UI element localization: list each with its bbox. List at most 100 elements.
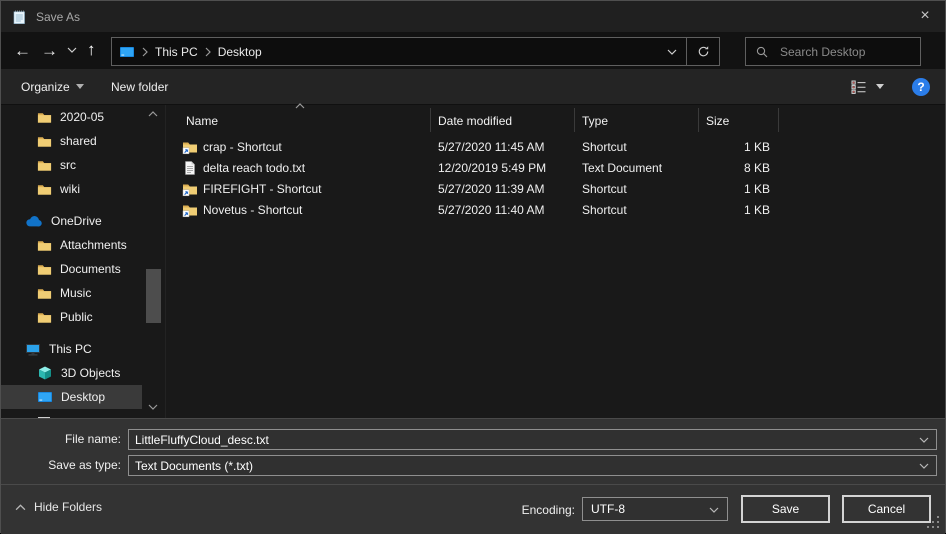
file-list: Name Date modified Type Size crap - Shor… [166,105,944,418]
folder-shortcut-icon [182,202,198,218]
sort-ascending-icon [294,103,306,109]
file-date: 5/27/2020 11:45 AM [438,140,545,154]
file-row-crap-shortcut[interactable]: crap - Shortcut 5/27/2020 11:45 AM Short… [166,137,944,158]
column-header-name[interactable]: Name [186,114,218,128]
file-name-combo[interactable] [128,429,937,450]
sidebar-item-documents[interactable]: Documents [1,257,142,281]
sidebar-item-wiki[interactable]: wiki [1,177,142,201]
organize-button[interactable]: Organize [21,69,84,104]
file-size: 8 KB [666,161,770,175]
desktop-location-icon [119,44,135,60]
recent-locations-chevron-icon[interactable] [67,47,77,53]
sidebar-item-attachments[interactable]: Attachments [1,233,142,257]
sidebar-item-2020-05[interactable]: 2020-05 [1,105,142,129]
change-view-button[interactable] [851,69,867,104]
new-folder-label: New folder [111,80,168,94]
sidebar-item-3d-objects[interactable]: 3D Objects [1,361,142,385]
resize-grip[interactable] [927,516,940,529]
file-rows: crap - Shortcut 5/27/2020 11:45 AM Short… [166,137,944,221]
close-button[interactable]: × [913,5,937,27]
column-header-type[interactable]: Type [582,114,608,128]
encoding-label: Encoding: [460,503,575,517]
file-name-input[interactable] [135,433,914,447]
scroll-down-icon[interactable] [148,404,158,410]
search-box[interactable] [745,37,921,66]
caret-down-icon [76,84,84,89]
sidebar-item-label: 2020-05 [60,110,104,124]
title-bar: Save As [1,1,945,32]
sidebar-item-label: wiki [60,182,80,196]
breadcrumb-chevron-icon[interactable] [142,47,148,57]
chevron-down-icon[interactable] [919,437,929,443]
sidebar-item-public[interactable]: Public [1,305,142,329]
back-button[interactable]: ← [14,42,31,59]
sidebar-item-music[interactable]: Music [1,281,142,305]
file-row-novetus-shortcut[interactable]: Novetus - Shortcut 5/27/2020 11:40 AM Sh… [166,200,944,221]
sidebar-scrollbar[interactable] [145,105,162,418]
folder-shortcut-icon [182,139,198,155]
this-pc-icon [25,341,41,357]
file-name: Novetus - Shortcut [203,203,302,217]
help-button[interactable]: ? [912,78,930,96]
folder-icon [37,286,52,301]
onedrive-icon [25,215,43,227]
up-button[interactable]: ↑ [87,41,96,58]
address-dropdown-chevron-icon[interactable] [658,38,686,65]
save-as-dialog: Save As × ← → ↑ This PC Desktop Organize [0,0,946,533]
footer-divider [1,484,945,485]
sidebar-item-partial[interactable] [1,409,142,418]
sidebar-item-onedrive[interactable]: OneDrive [1,209,142,233]
file-date: 5/27/2020 11:39 AM [438,182,545,196]
address-bar[interactable]: This PC Desktop [111,37,720,66]
details-view-icon [851,80,867,94]
save-as-type-select[interactable]: Text Documents (*.txt) [128,455,937,476]
cancel-button[interactable]: Cancel [842,495,931,523]
folder-icon [37,182,52,197]
folder-shortcut-icon [182,181,198,197]
sidebar-item-label: Desktop [61,390,105,404]
file-type: Text Document [582,161,662,175]
column-divider[interactable] [698,108,699,132]
column-divider[interactable] [430,108,431,132]
search-icon [755,45,769,59]
new-folder-button[interactable]: New folder [111,69,168,104]
forward-button[interactable]: → [41,42,58,59]
file-date: 12/20/2019 5:49 PM [438,161,546,175]
sidebar-item-label: Public [60,310,93,324]
file-type: Shortcut [582,140,627,154]
save-as-type-label: Save as type: [1,458,121,472]
save-as-type-value: Text Documents (*.txt) [135,459,253,473]
view-options-chevron[interactable] [876,69,884,104]
encoding-select[interactable]: UTF-8 [582,497,728,521]
breadcrumb-chevron-icon[interactable] [205,47,211,57]
column-header-size[interactable]: Size [706,114,729,128]
chevron-down-icon[interactable] [919,463,929,469]
column-divider[interactable] [778,108,779,132]
file-row-firefight-shortcut[interactable]: FIREFIGHT - Shortcut 5/27/2020 11:39 AM … [166,179,944,200]
column-divider[interactable] [574,108,575,132]
command-toolbar: Organize New folder ? [1,69,945,105]
chevron-down-icon[interactable] [709,507,719,513]
search-input[interactable] [778,44,911,60]
sidebar-item-label: Music [60,286,91,300]
save-button[interactable]: Save [741,495,830,523]
file-type: Shortcut [582,182,627,196]
file-name-label: File name: [1,432,121,446]
notepad-app-icon [11,9,27,25]
navigation-pane: 2020-05 shared src wiki OneDrive Attachm… [1,105,165,418]
sidebar-item-desktop[interactable]: Desktop [1,385,142,409]
hide-folders-label: Hide Folders [34,500,102,514]
breadcrumb-this-pc[interactable]: This PC [155,45,198,59]
sidebar-item-shared[interactable]: shared [1,129,142,153]
file-size: 1 KB [666,140,770,154]
breadcrumb-desktop[interactable]: Desktop [218,45,262,59]
scrollbar-thumb[interactable] [146,269,161,323]
sidebar-item-this-pc[interactable]: This PC [1,337,142,361]
column-header-date-modified[interactable]: Date modified [438,114,512,128]
sidebar-item-src[interactable]: src [1,153,142,177]
scroll-up-icon[interactable] [148,111,158,117]
sidebar-item-label: This PC [49,342,92,356]
file-row-delta-reach-todo[interactable]: delta reach todo.txt 12/20/2019 5:49 PM … [166,158,944,179]
hide-folders-button[interactable]: Hide Folders [15,500,102,514]
refresh-icon[interactable] [686,38,719,65]
